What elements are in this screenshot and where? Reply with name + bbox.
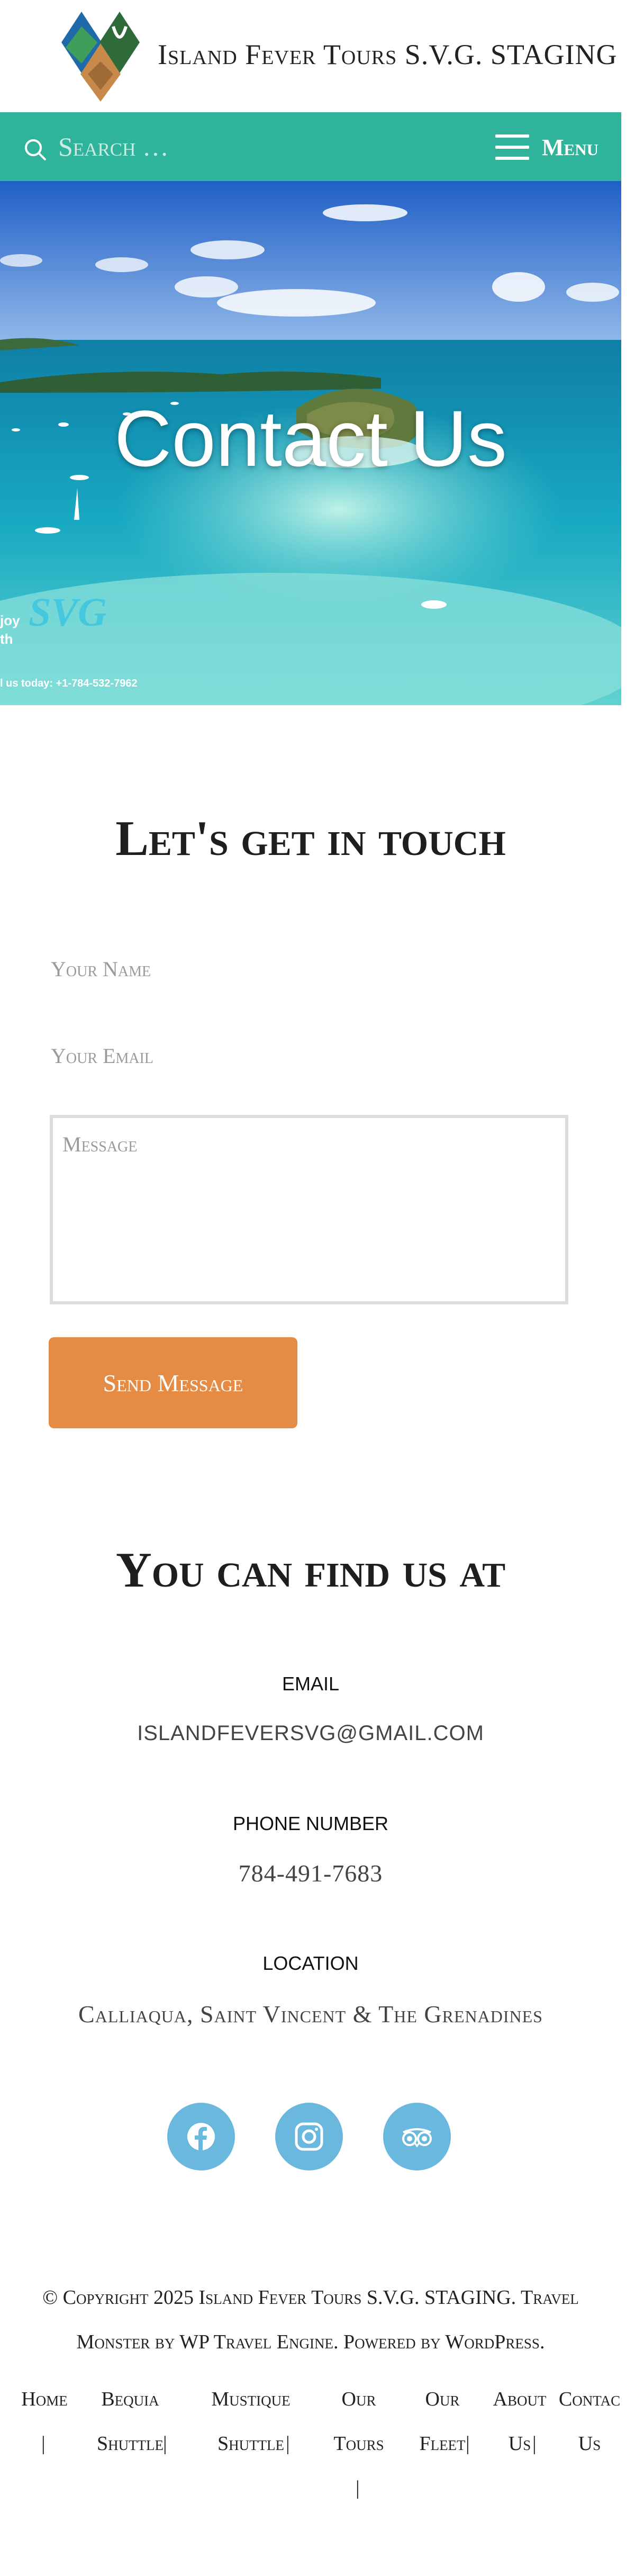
footer-separator: |: [356, 2477, 360, 2499]
form-heading: Let's get in touch: [115, 811, 506, 866]
menu-label: Menu: [542, 134, 598, 160]
footer-separator: |: [163, 2433, 167, 2455]
hero-call-text: l us today: +1-784-532-7962: [0, 678, 138, 689]
email-label: EMAIL: [282, 1673, 340, 1695]
footer-separator: |: [286, 2433, 290, 2455]
footer-link-contact-us[interactable]: Contac Us: [558, 2377, 621, 2466]
footer-link-label: Our: [425, 2388, 460, 2410]
location-value: Calliaqua, Saint Vincent & The Grenadine…: [78, 2001, 543, 2028]
footer-link-label: Us: [578, 2433, 601, 2455]
footer-link-bequia-shuttle[interactable]: Bequia Shuttle: [88, 2377, 173, 2466]
footer-link-label: Tours: [333, 2433, 384, 2455]
footer-link-label: About: [493, 2388, 547, 2410]
name-input[interactable]: [51, 953, 567, 985]
instagram-link[interactable]: [275, 2103, 343, 2170]
hero-side-text: joy: [0, 613, 20, 628]
instagram-icon: [295, 2122, 323, 2151]
footer-link-label: Home: [21, 2388, 68, 2410]
hero-banner: Contact Us joy th SVG l us today: +1-784…: [0, 181, 621, 705]
tripadvisor-link[interactable]: [383, 2103, 451, 2170]
location-label: LOCATION: [262, 1952, 359, 1974]
phone-link[interactable]: 784-491-7683: [0, 1859, 621, 1887]
facebook-icon: [187, 2123, 215, 2150]
phone-label: PHONE NUMBER: [232, 1813, 389, 1834]
footer-link-label: Our: [341, 2388, 376, 2410]
menu-button[interactable]: Menu: [495, 131, 606, 163]
site-header: Island Fever Tours S.V.G. STAGING: [0, 0, 635, 112]
copyright-line: Monster by WP Travel Engine. Powered by …: [76, 2331, 545, 2353]
send-message-button[interactable]: Send Message: [49, 1337, 297, 1428]
hero-title: Contact Us: [114, 394, 507, 483]
footer-separator: |: [41, 2433, 46, 2455]
message-field-wrapper: [50, 1115, 568, 1304]
email-input[interactable]: [51, 1040, 567, 1071]
hero-logo-watermark: SVG: [29, 590, 107, 635]
footer-link-label: Bequia: [101, 2388, 159, 2410]
copyright-line: © Copyright 2025 Island Fever Tours S.V.…: [42, 2286, 579, 2309]
find-us-heading: You can find us at: [115, 1543, 506, 1598]
footer-separator: |: [466, 2433, 470, 2455]
search-icon[interactable]: [23, 138, 47, 161]
footer-link-label: Mustique: [211, 2388, 291, 2410]
navbar: Menu: [0, 112, 621, 181]
hamburger-icon: [495, 134, 529, 160]
facebook-link[interactable]: [167, 2103, 235, 2170]
search-input[interactable]: [58, 129, 355, 164]
footer-link-about-us[interactable]: About Us: [483, 2377, 557, 2466]
footer-link-our-tours[interactable]: Our Tours: [322, 2377, 396, 2466]
tripadvisor-icon: [402, 2128, 432, 2148]
email-link[interactable]: ISLANDFEVERSVG@GMAIL.COM: [0, 1722, 621, 1745]
site-title[interactable]: Island Fever Tours S.V.G. STAGING: [158, 38, 618, 71]
hero-side-text: th: [0, 631, 13, 647]
footer-link-label: Us: [508, 2433, 531, 2455]
footer-link-home[interactable]: Home: [13, 2377, 76, 2421]
footer-link-label: Contac: [558, 2388, 621, 2410]
message-textarea[interactable]: [53, 1118, 565, 1301]
footer-link-label: Shuttle: [96, 2433, 164, 2455]
site-logo[interactable]: [60, 11, 145, 103]
footer-separator: |: [532, 2433, 537, 2455]
